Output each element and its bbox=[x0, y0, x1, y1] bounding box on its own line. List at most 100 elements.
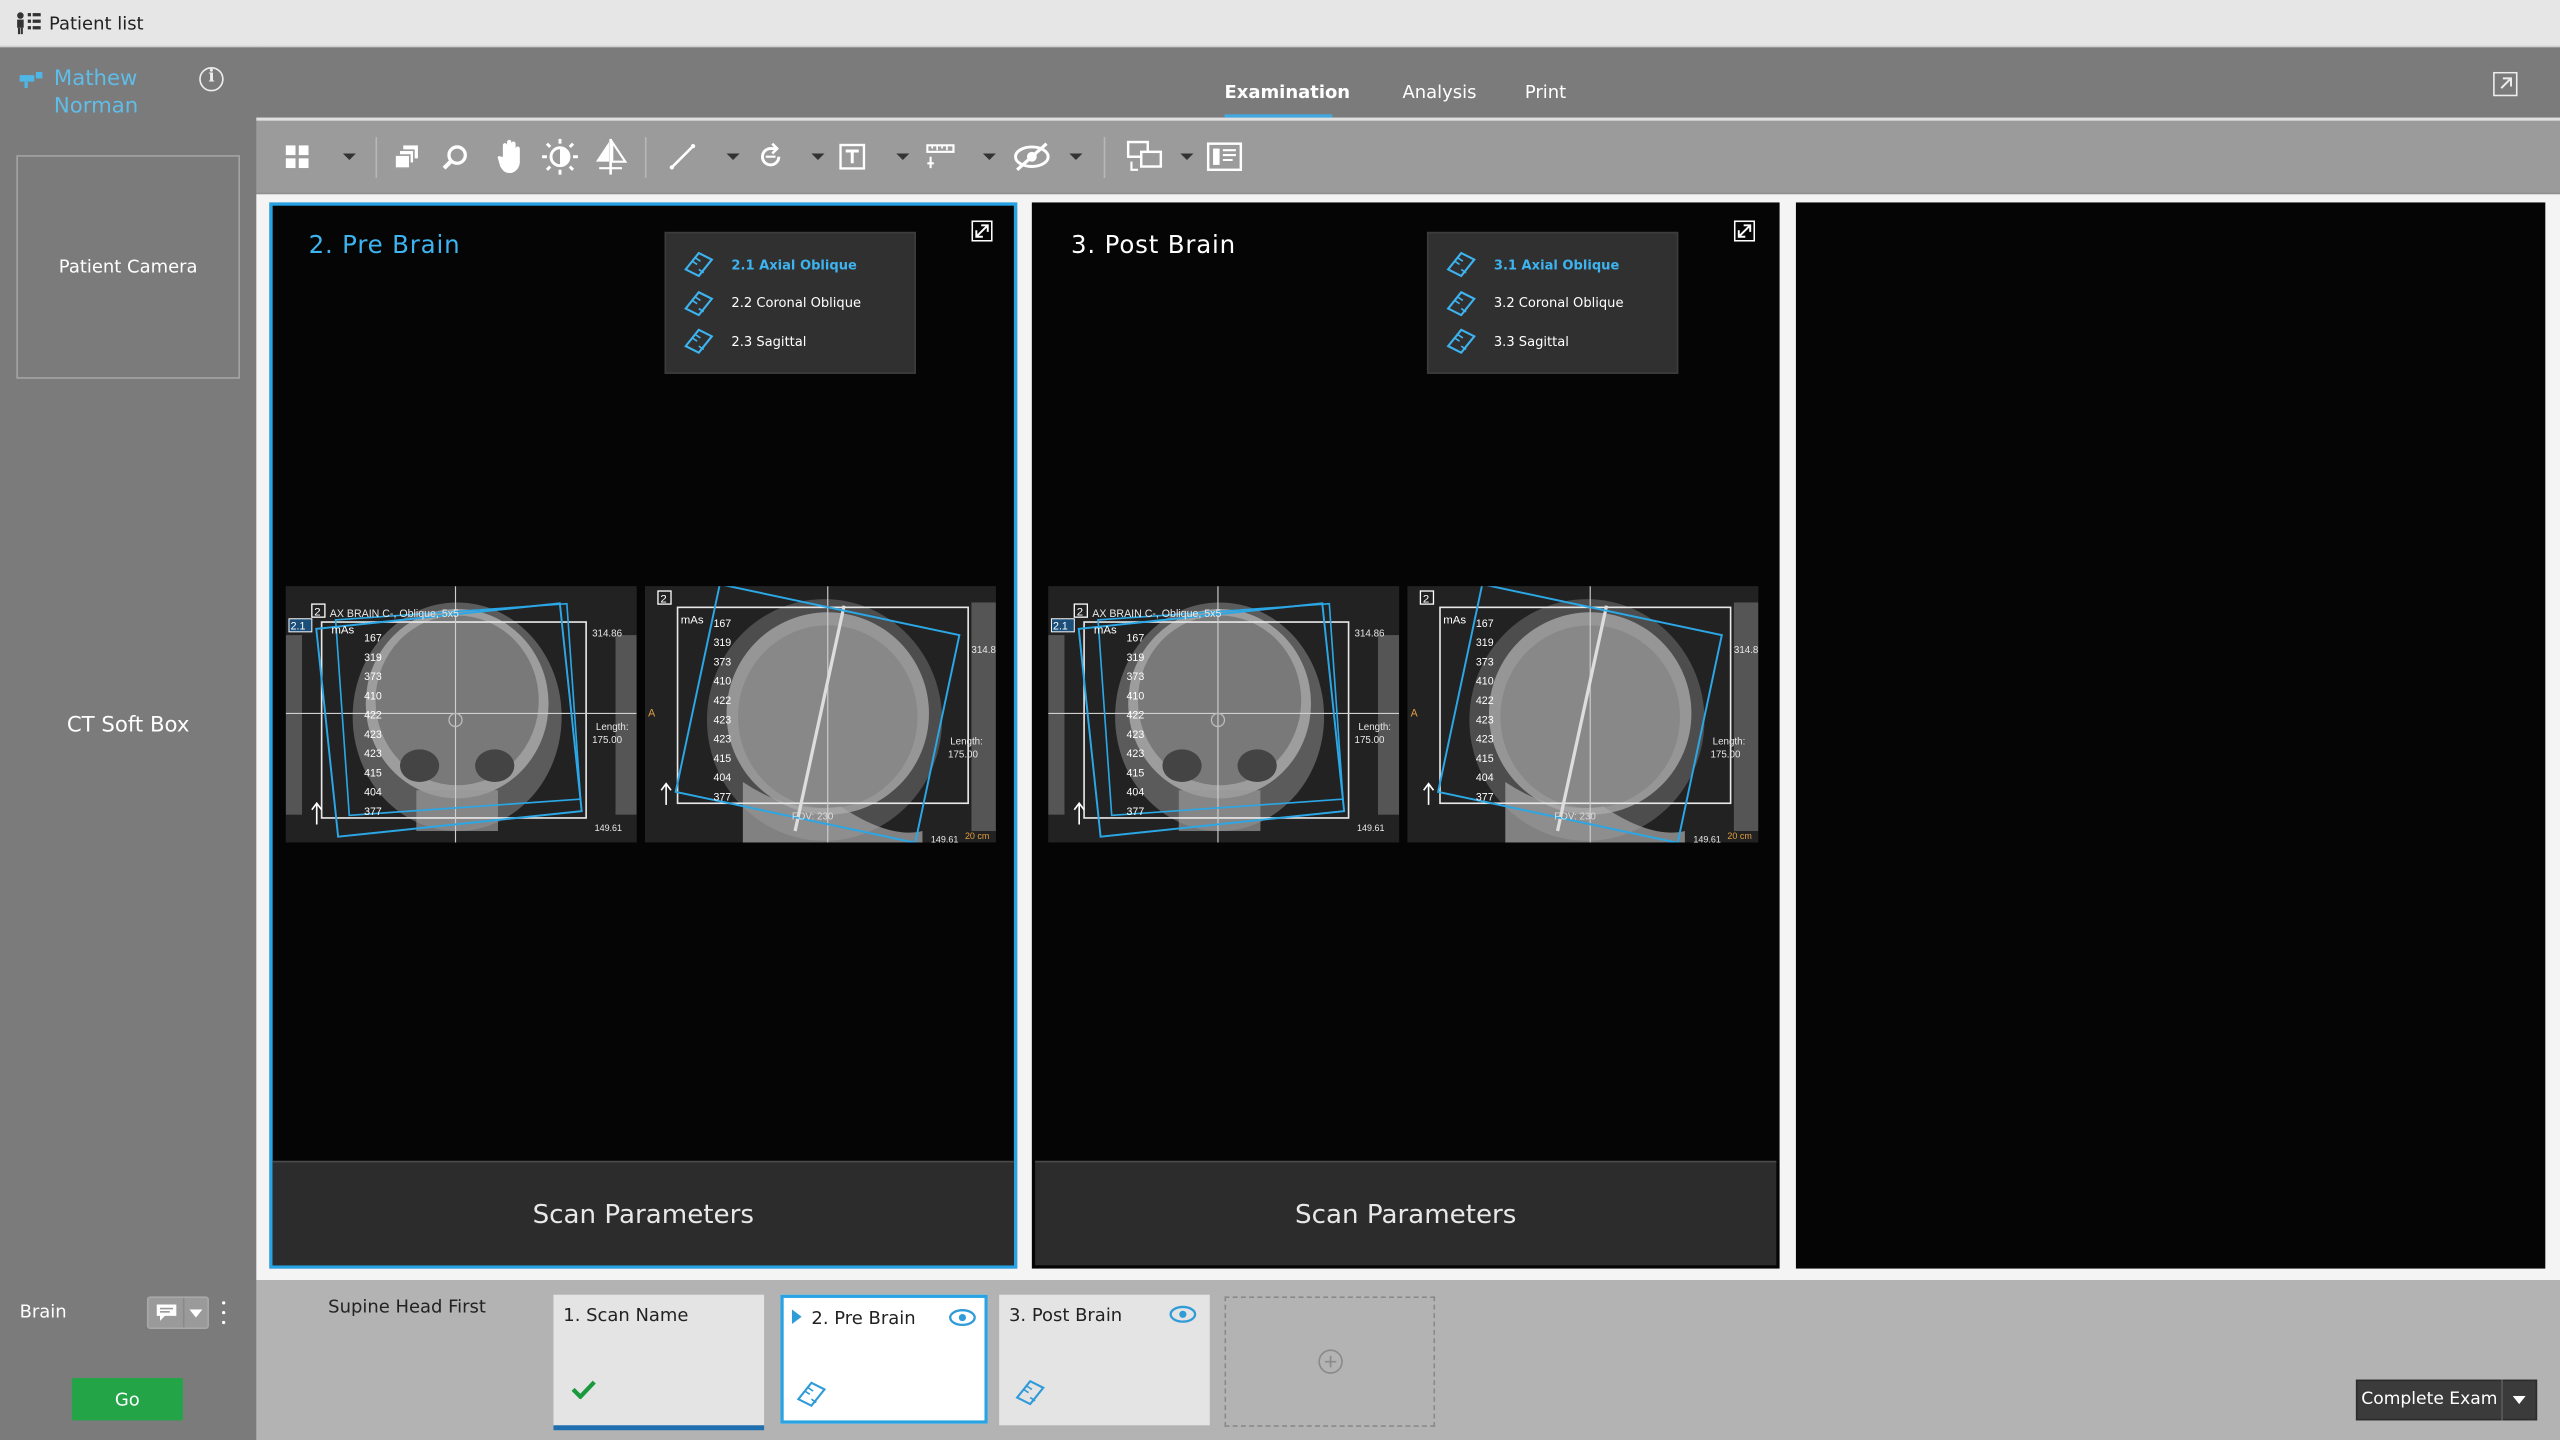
sagittal-thumbnail[interactable]: 2 mAs 167 319 373 410 422 423 423 415 404 377 A 314.8… bbox=[644, 586, 996, 843]
flip-icon[interactable] bbox=[593, 137, 629, 176]
scan-card-3[interactable]: 3. Post Brain bbox=[999, 1294, 1210, 1426]
chevron-down-icon[interactable] bbox=[189, 1308, 203, 1317]
eye-icon[interactable] bbox=[1169, 1304, 1197, 1324]
mas-value: 167 bbox=[713, 618, 731, 630]
ruler-icon[interactable] bbox=[926, 137, 955, 176]
layout-grid-icon[interactable] bbox=[284, 137, 310, 176]
mas-value: 377 bbox=[1476, 791, 1494, 803]
series-item[interactable]: 3.3 Sagittal bbox=[1445, 325, 1569, 358]
overlay-dropdown-caret[interactable] bbox=[1069, 153, 1083, 160]
plan-ruler-icon bbox=[1015, 1379, 1045, 1406]
tab-examination[interactable]: Examination bbox=[1224, 82, 1350, 103]
series-label: 2.2 Coronal Oblique bbox=[731, 295, 862, 311]
patient-camera-panel: Patient Camera bbox=[16, 155, 240, 379]
patient-list-link[interactable]: Patient list bbox=[49, 12, 144, 33]
add-scan-button[interactable] bbox=[1224, 1296, 1436, 1427]
mas-value: 319 bbox=[1127, 652, 1145, 664]
toolbar-separator bbox=[375, 137, 378, 178]
eye-icon[interactable] bbox=[949, 1308, 977, 1328]
overlay-text: FOV: 230 bbox=[1554, 812, 1596, 823]
series-item[interactable]: 2.3 Sagittal bbox=[682, 325, 806, 358]
overlay-text: 2 bbox=[660, 593, 666, 605]
rotate-dropdown-caret[interactable] bbox=[811, 153, 825, 160]
tab-print[interactable]: Print bbox=[1525, 82, 1566, 103]
mas-value: 319 bbox=[713, 637, 731, 649]
scan-parameters-label: Scan Parameters bbox=[1295, 1198, 1517, 1230]
scan-card-2[interactable]: 2. Pre Brain bbox=[780, 1294, 988, 1424]
scan-parameters-button[interactable]: Scan Parameters bbox=[1035, 1160, 1777, 1266]
rotate-icon[interactable] bbox=[756, 137, 785, 176]
plan-ruler-icon bbox=[684, 290, 714, 316]
mas-value: 423 bbox=[1476, 714, 1494, 726]
series-item[interactable]: 3.2 Coronal Oblique bbox=[1445, 287, 1623, 320]
coronal-thumbnail[interactable]: 2 2.1 AX BRAIN C-, Oblique, 5x5 mAs 167 319 37… bbox=[285, 586, 637, 843]
scan-card-1[interactable]: 1. Scan Name bbox=[553, 1294, 765, 1431]
patient-list-icon[interactable] bbox=[15, 11, 41, 35]
compare-icon[interactable] bbox=[1126, 137, 1163, 176]
series-item[interactable]: 2.1 Axial Oblique bbox=[682, 248, 857, 281]
mas-value: 423 bbox=[364, 729, 382, 741]
viewport-post-brain[interactable]: 3. Post Brain 3.1 Axial Oblique 3.2 Corona… bbox=[1031, 202, 1780, 1269]
mas-value: 423 bbox=[713, 734, 731, 746]
mas-value: 410 bbox=[713, 676, 731, 688]
mas-value: 319 bbox=[1476, 637, 1494, 649]
info-icon[interactable]: i bbox=[199, 66, 224, 92]
maximize-icon[interactable] bbox=[1733, 220, 1756, 242]
viewport-title: 2. Pre Brain bbox=[308, 230, 461, 260]
compare-dropdown-caret[interactable] bbox=[1180, 153, 1194, 160]
overlay-text: A bbox=[1411, 708, 1419, 720]
fullscreen-icon[interactable] bbox=[2493, 71, 2518, 97]
mas-value: 423 bbox=[1127, 729, 1145, 741]
mas-value: 415 bbox=[364, 767, 382, 779]
layout-dropdown-caret[interactable] bbox=[342, 153, 356, 160]
series-item[interactable]: 2.2 Coronal Oblique bbox=[682, 287, 861, 320]
text-annotation-icon[interactable] bbox=[839, 137, 866, 176]
sagittal-thumbnail[interactable]: 2 mAs 167 319 373 410 422 423 423 415 404 377 A 314.8… bbox=[1407, 586, 1759, 843]
plan-ruler-icon bbox=[796, 1381, 827, 1408]
measure-dropdown-caret[interactable] bbox=[726, 153, 740, 160]
scan-parameters-button[interactable]: Scan Parameters bbox=[272, 1160, 1014, 1266]
coronal-thumbnail[interactable]: 2 2.1 AX BRAIN C-, Oblique, 5x5 mAs 167 319 37… bbox=[1048, 586, 1400, 843]
overlay-text: 175.00 bbox=[592, 735, 622, 746]
chevron-down-icon[interactable] bbox=[2512, 1395, 2526, 1405]
comment-button[interactable] bbox=[146, 1296, 209, 1329]
mas-value: 319 bbox=[364, 652, 382, 664]
patient-table-icon bbox=[19, 71, 43, 89]
window-level-icon[interactable] bbox=[542, 137, 578, 176]
plan-ruler-icon bbox=[1446, 251, 1476, 278]
more-options-icon[interactable] bbox=[219, 1301, 229, 1325]
go-button[interactable]: Go bbox=[71, 1377, 183, 1421]
measure-line-icon[interactable] bbox=[669, 137, 696, 176]
complete-exam-button[interactable]: Complete Exam bbox=[2355, 1379, 2538, 1421]
pan-hand-icon[interactable] bbox=[495, 137, 528, 176]
overlay-text: mAs bbox=[331, 624, 354, 636]
overlay-text: AX BRAIN C-, Oblique, 5x5 bbox=[1092, 608, 1221, 620]
overlay-text: Length: bbox=[950, 736, 983, 747]
maximize-icon[interactable] bbox=[971, 220, 993, 242]
plan-ruler-icon bbox=[1446, 290, 1476, 316]
zoom-icon[interactable] bbox=[441, 137, 470, 176]
tab-bar: Examination Analysis Print bbox=[256, 47, 2560, 121]
left-sidebar: Mathew Norman i Patient Camera CT Soft B… bbox=[0, 47, 257, 1440]
overlay-text: 2 bbox=[1423, 593, 1429, 605]
ruler-dropdown-caret[interactable] bbox=[982, 153, 996, 160]
mas-value: 423 bbox=[1127, 748, 1145, 760]
app-root: Patient list Mathew Norman i Patient Cam… bbox=[0, 0, 2560, 1440]
series-item[interactable]: 3.1 Axial Oblique bbox=[1445, 248, 1619, 281]
sagittal-scout-image: 2 mAs 167 319 373 410 422 423 423 415 404 377 A 314.8… bbox=[1407, 586, 1759, 843]
overlay-text: AX BRAIN C-, Oblique, 5x5 bbox=[330, 608, 459, 620]
plan-ruler-icon bbox=[684, 328, 714, 354]
sagittal-scout-image: 2 mAs 167 319 373 410 422 423 423 415 404 377 A 314.8… bbox=[644, 586, 996, 843]
hide-overlay-icon[interactable] bbox=[1014, 137, 1050, 176]
viewport-empty[interactable] bbox=[1795, 202, 2546, 1269]
mas-value: 167 bbox=[1476, 618, 1494, 630]
tab-analysis[interactable]: Analysis bbox=[1402, 82, 1476, 103]
plus-circle-icon bbox=[1317, 1349, 1343, 1374]
overlay-text: Length: bbox=[596, 722, 629, 733]
info-panel-icon[interactable] bbox=[1206, 137, 1243, 176]
mas-value: 373 bbox=[1476, 656, 1494, 668]
text-dropdown-caret[interactable] bbox=[896, 153, 910, 160]
stack-icon[interactable] bbox=[393, 137, 419, 176]
overlay-text: 314.8 bbox=[971, 645, 995, 656]
viewport-pre-brain[interactable]: 2. Pre Brain 2.1 Axial Oblique 2.2 Coronal… bbox=[269, 202, 1018, 1269]
